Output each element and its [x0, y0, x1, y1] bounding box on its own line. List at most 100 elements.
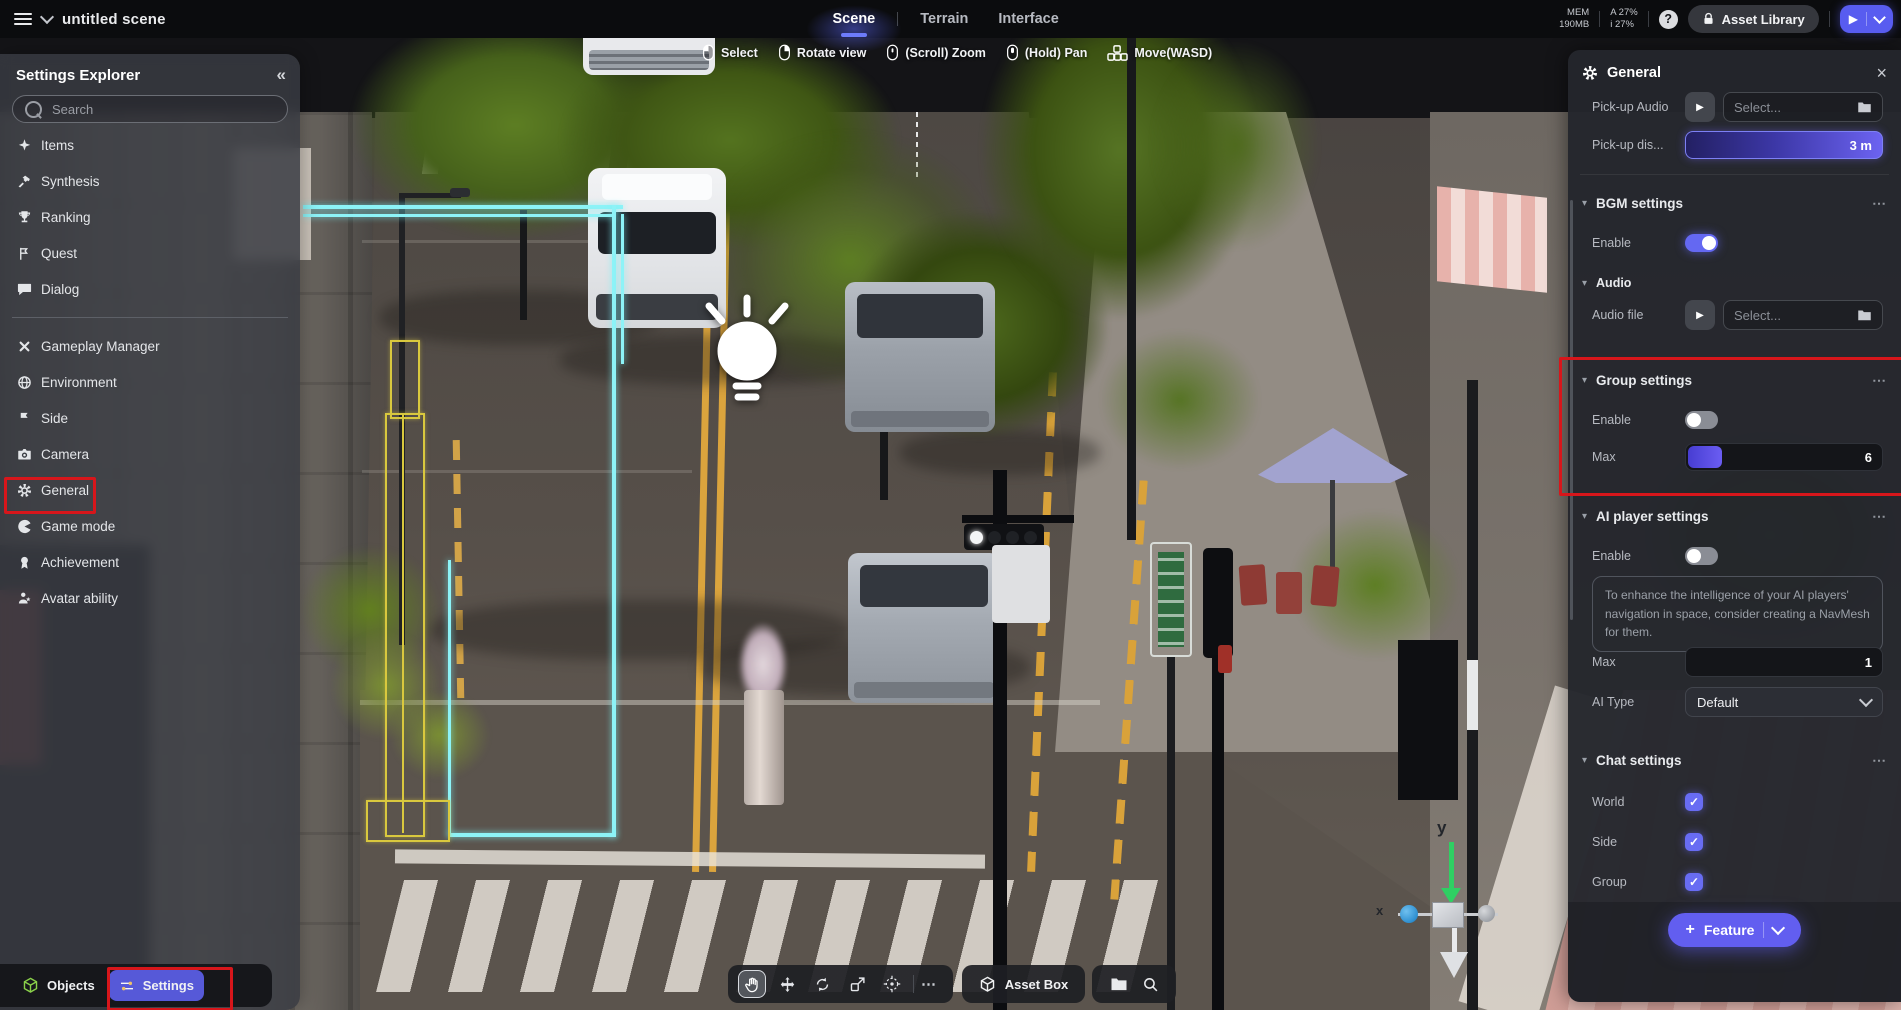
- pickup-audio-select[interactable]: Select...: [1723, 92, 1883, 122]
- group-max-slider[interactable]: 6: [1685, 443, 1883, 471]
- wasd-keys-icon: [1107, 45, 1128, 61]
- sidebar-item-game-mode[interactable]: Game mode: [0, 508, 300, 544]
- chevron-down-icon[interactable]: [40, 10, 54, 24]
- side-chat-checkbox[interactable]: ✓: [1685, 833, 1703, 851]
- awning-pink: [1437, 186, 1547, 293]
- caret-down-icon[interactable]: ▾: [1582, 375, 1587, 386]
- caret-down-icon[interactable]: ▾: [1582, 278, 1587, 289]
- scene-title[interactable]: untitled scene: [62, 11, 166, 28]
- sidebar-item-synthesis[interactable]: Synthesis: [0, 163, 300, 199]
- search-box[interactable]: [12, 95, 288, 123]
- play-button[interactable]: ▶: [1840, 5, 1893, 33]
- tab-settings[interactable]: Settings: [109, 970, 204, 1001]
- menu-icon[interactable]: [14, 13, 32, 26]
- camera-icon: [16, 446, 32, 462]
- world-chat-checkbox[interactable]: ✓: [1685, 793, 1703, 811]
- sidebar-item-ranking[interactable]: Ranking: [0, 199, 300, 235]
- divider: [1866, 12, 1867, 26]
- folder-icon: [1857, 101, 1872, 114]
- tab-terrain[interactable]: Terrain: [912, 11, 976, 27]
- ai-max-input[interactable]: 1: [1685, 647, 1883, 677]
- gizmo-handle-blue[interactable]: [1400, 905, 1418, 923]
- gizmo-y-arrow[interactable]: [1449, 842, 1454, 890]
- lamp-head: [450, 188, 470, 197]
- asset-library-button[interactable]: Asset Library: [1688, 5, 1819, 33]
- tab-objects[interactable]: Objects: [12, 970, 105, 1001]
- section-menu-icon[interactable]: ⋯: [1872, 752, 1887, 769]
- environment-icon: [16, 374, 32, 390]
- panel-scrollbar[interactable]: [1570, 200, 1573, 620]
- sidebar-item-items[interactable]: Items: [0, 127, 300, 163]
- search-icon: [25, 101, 42, 118]
- sidebar-item-achievement[interactable]: Achievement: [0, 544, 300, 580]
- sidebar-item-gameplay-manager[interactable]: Gameplay Manager: [0, 328, 300, 364]
- sidebar-item-general[interactable]: General: [0, 472, 300, 508]
- ai-enable-row: Enable: [1592, 542, 1883, 570]
- folder-icon[interactable]: [1110, 977, 1128, 992]
- chevron-down-icon[interactable]: [1873, 11, 1886, 24]
- settings-list: Items Synthesis Ranking Quest Dialog G: [0, 127, 300, 616]
- yellow-wireframe-line: [402, 413, 404, 833]
- gizmo-handle-cube[interactable]: [1432, 902, 1464, 928]
- section-menu-icon[interactable]: ⋯: [1872, 372, 1887, 389]
- tree-canopy: [1100, 330, 1260, 470]
- gizmo-handle-gray[interactable]: [1478, 905, 1495, 922]
- signal-crossarm: [962, 515, 1074, 523]
- rotate-tool-button[interactable]: [808, 970, 836, 998]
- asset-box-button[interactable]: Asset Box: [962, 965, 1085, 1003]
- tab-interface[interactable]: Interface: [990, 11, 1066, 27]
- move-tool-button[interactable]: [773, 970, 801, 998]
- slider-fill: [1688, 446, 1722, 468]
- sign-pole: [1167, 657, 1175, 1010]
- mode-tabs: Scene Terrain Interface: [825, 0, 1067, 38]
- more-tools-icon[interactable]: ⋯: [921, 975, 937, 993]
- caret-down-icon[interactable]: ▾: [1582, 511, 1587, 522]
- pickup-distance-slider[interactable]: 3 m: [1685, 131, 1883, 159]
- lock-icon: [1702, 12, 1715, 26]
- game-mode-icon: [16, 518, 32, 534]
- ai-enable-toggle[interactable]: [1685, 547, 1718, 565]
- scale-tool-button[interactable]: [843, 970, 871, 998]
- move-icon: [779, 976, 796, 993]
- section-menu-icon[interactable]: ⋯: [1872, 195, 1887, 212]
- group-chat-checkbox[interactable]: ✓: [1685, 873, 1703, 891]
- library-search-group: [1092, 965, 1176, 1003]
- collapse-panel-icon[interactable]: «: [277, 65, 286, 85]
- section-menu-icon[interactable]: ⋯: [1872, 508, 1887, 525]
- hint-select: Select: [702, 44, 758, 61]
- chevron-down-icon: [1859, 693, 1873, 707]
- search-icon[interactable]: [1142, 976, 1159, 993]
- sidebar-item-avatar-ability[interactable]: Avatar ability: [0, 580, 300, 616]
- add-feature-button[interactable]: + Feature: [1668, 913, 1802, 947]
- sidebar-item-quest[interactable]: Quest: [0, 235, 300, 271]
- play-audio-button[interactable]: ▶: [1685, 92, 1715, 122]
- sidebar-item-side[interactable]: Side: [0, 400, 300, 436]
- tab-scene[interactable]: Scene: [825, 11, 884, 27]
- panel-title: Settings Explorer: [16, 67, 140, 84]
- explorer-footer-tabs: Objects Settings: [0, 964, 272, 1007]
- play-audio-button[interactable]: ▶: [1685, 300, 1715, 330]
- sidebar-item-dialog[interactable]: Dialog: [0, 271, 300, 307]
- tree-trunk: [520, 210, 527, 320]
- chat-group-row: Group ✓: [1592, 868, 1883, 896]
- sliders-icon: [119, 978, 135, 994]
- sidebar-item-camera[interactable]: Camera: [0, 436, 300, 472]
- help-icon[interactable]: ?: [1659, 10, 1678, 29]
- group-enable-toggle[interactable]: [1685, 411, 1718, 429]
- pole-white-band: [1467, 660, 1478, 730]
- close-icon[interactable]: ×: [1876, 64, 1887, 82]
- ai-type-select[interactable]: Default: [1685, 687, 1883, 717]
- audio-file-select[interactable]: Select...: [1723, 300, 1883, 330]
- van-grille: [589, 50, 709, 70]
- sidebar-item-environment[interactable]: Environment: [0, 364, 300, 400]
- bgm-enable-toggle[interactable]: [1685, 234, 1718, 252]
- gizmo-down-arrowhead[interactable]: [1440, 952, 1468, 978]
- hand-tool-button[interactable]: [738, 970, 766, 998]
- statue-pedestal: [744, 690, 784, 805]
- focus-tool-button[interactable]: [878, 970, 906, 998]
- box-icon: [979, 976, 996, 993]
- chevron-down-icon[interactable]: [1771, 921, 1785, 935]
- search-input[interactable]: [50, 101, 275, 118]
- caret-down-icon[interactable]: ▾: [1582, 755, 1587, 766]
- caret-down-icon[interactable]: ▾: [1582, 198, 1587, 209]
